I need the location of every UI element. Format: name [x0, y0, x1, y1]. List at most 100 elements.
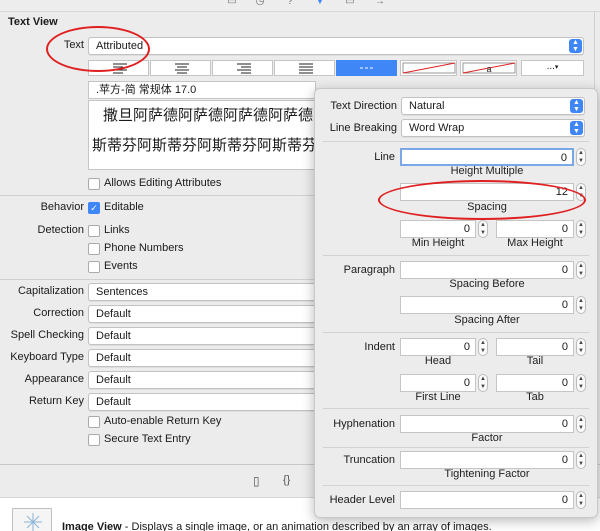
image-view-title: Image View: [62, 521, 122, 531]
appearance-value: Default: [96, 374, 131, 386]
header-level-label: Header Level: [329, 494, 395, 506]
text-preview-area[interactable]: 撒旦阿萨德阿萨德阿萨德阿萨德 斯蒂芬阿斯蒂芬阿斯蒂芬阿斯蒂芬: [88, 100, 316, 170]
appearance-popup[interactable]: Default: [88, 371, 316, 389]
text-type-popup[interactable]: Attributed ▲ ▼: [88, 37, 584, 55]
tail-indent-stepper[interactable]: ▲ ▼: [576, 338, 586, 356]
line-breaking-popup[interactable]: Word Wrap ▲ ▼: [401, 119, 585, 137]
preview-line-1: 撒旦阿萨德阿萨德阿萨德阿萨德: [103, 106, 314, 124]
tail-indent-field[interactable]: 0: [496, 338, 574, 356]
secure-text-entry-checkbox[interactable]: [88, 434, 100, 446]
help-icon[interactable]: ?: [284, 0, 296, 8]
first-line-indent-stepper[interactable]: ▲ ▼: [478, 374, 488, 392]
text-color-button[interactable]: [400, 60, 457, 76]
return-key-label: Return Key: [28, 395, 84, 407]
chevron-updown-icon: ▲ ▼: [570, 99, 583, 113]
detection-label: Detection: [37, 224, 84, 236]
truncation-label: Truncation: [343, 454, 395, 466]
capitalization-popup[interactable]: Sentences: [88, 283, 316, 301]
factor-label: Factor: [471, 432, 503, 444]
divider: [323, 332, 589, 333]
triangle-down-icon: ▾: [554, 64, 559, 71]
divider: [323, 485, 589, 486]
divider: [0, 195, 315, 196]
min-height-label: Min Height: [411, 237, 465, 249]
divider: [323, 447, 589, 448]
header-level-field[interactable]: 0: [400, 491, 574, 509]
no-color-icon: [402, 62, 456, 74]
allows-editing-label: Allows Editing Attributes: [104, 177, 222, 189]
events-checkbox[interactable]: [88, 261, 100, 273]
text-direction-popup[interactable]: Natural ▲ ▼: [401, 97, 585, 115]
editable-checkbox[interactable]: ✓: [88, 202, 100, 214]
line-breaking-label: Line Breaking: [329, 122, 397, 134]
ruler-icon[interactable]: ▭: [344, 0, 356, 8]
line-label: Line: [374, 151, 395, 163]
behavior-label: Behavior: [40, 201, 84, 213]
file-template-icon[interactable]: ▯: [253, 474, 260, 488]
divider: [323, 255, 589, 256]
font-field[interactable]: .苹方-简 常规体 17.0: [88, 81, 316, 99]
correction-popup[interactable]: Default: [88, 305, 316, 323]
clock-icon[interactable]: ◷: [254, 0, 266, 8]
text-direction-value: Natural: [409, 100, 445, 112]
first-line-indent-field[interactable]: 0: [400, 374, 476, 392]
inspector-tab-bar: ▭ ◷ ? ▼ ▭ →: [0, 0, 600, 12]
align-natural-icon: [360, 67, 373, 69]
auto-enable-return-label: Auto-enable Return Key: [104, 415, 222, 427]
tab-interval-field[interactable]: 0: [496, 374, 574, 392]
align-right-button[interactable]: [212, 60, 273, 76]
keyboard-type-value: Default: [96, 352, 131, 364]
tightening-factor-field[interactable]: 0: [400, 451, 574, 469]
image-view-thumbnail-icon: [12, 508, 52, 531]
tightening-factor-label: Tightening Factor: [444, 468, 530, 480]
allows-editing-checkbox[interactable]: [88, 178, 100, 190]
spell-checking-popup[interactable]: Default: [88, 327, 316, 345]
head-indent-field[interactable]: 0: [400, 338, 476, 356]
return-key-popup[interactable]: Default: [88, 393, 316, 411]
max-height-stepper[interactable]: ▲ ▼: [576, 220, 586, 238]
divider: [323, 141, 589, 142]
keyboard-type-popup[interactable]: Default: [88, 349, 316, 367]
braces-icon[interactable]: {}: [283, 474, 290, 486]
tightening-stepper[interactable]: ▲ ▼: [576, 451, 586, 469]
first-line-label: First Line: [415, 391, 461, 403]
line-breaking-value: Word Wrap: [409, 122, 465, 134]
header-level-stepper[interactable]: ▲ ▼: [576, 491, 586, 509]
max-height-label: Max Height: [507, 237, 563, 249]
tab-interval-stepper[interactable]: ▲ ▼: [576, 374, 586, 392]
spacing-before-field[interactable]: 0: [400, 261, 574, 279]
background-color-button[interactable]: a: [460, 60, 517, 76]
align-justify-icon: [299, 63, 313, 74]
line-height-stepper[interactable]: ▲ ▼: [576, 148, 586, 166]
events-label: Events: [104, 260, 138, 272]
head-indent-stepper[interactable]: ▲ ▼: [478, 338, 488, 356]
indent-label: Indent: [364, 341, 395, 353]
phone-numbers-label: Phone Numbers: [104, 242, 184, 254]
align-justify-button[interactable]: [274, 60, 335, 76]
text-direction-label: Text Direction: [330, 100, 397, 112]
min-height-field[interactable]: 0: [400, 220, 476, 238]
svg-text:a: a: [486, 64, 491, 74]
image-view-description: Image View - Displays a single image, or…: [62, 521, 492, 531]
links-label: Links: [104, 224, 130, 236]
arrow-icon[interactable]: →: [374, 0, 386, 8]
spacing-before-stepper[interactable]: ▲ ▼: [576, 261, 586, 279]
align-center-button[interactable]: [150, 60, 211, 76]
annotation-circle-text: [46, 26, 150, 72]
file-icon[interactable]: ▭: [226, 0, 238, 8]
phone-numbers-checkbox[interactable]: [88, 243, 100, 255]
appearance-label: Appearance: [24, 373, 84, 385]
align-natural-button[interactable]: [336, 60, 397, 76]
max-height-field[interactable]: 0: [496, 220, 574, 238]
hyphenation-stepper[interactable]: ▲ ▼: [576, 415, 586, 433]
attributes-icon[interactable]: ▼: [314, 0, 326, 8]
line-height-multiple-field[interactable]: 0: [400, 148, 574, 166]
auto-enable-return-checkbox[interactable]: [88, 416, 100, 428]
links-checkbox[interactable]: [88, 225, 100, 237]
secure-text-entry-label: Secure Text Entry: [104, 433, 191, 445]
more-options-button[interactable]: ...▾: [521, 60, 584, 76]
min-height-stepper[interactable]: ▲ ▼: [478, 220, 488, 238]
spacing-after-stepper[interactable]: ▲ ▼: [576, 296, 586, 314]
spacing-after-field[interactable]: 0: [400, 296, 574, 314]
hyphenation-factor-field[interactable]: 0: [400, 415, 574, 433]
